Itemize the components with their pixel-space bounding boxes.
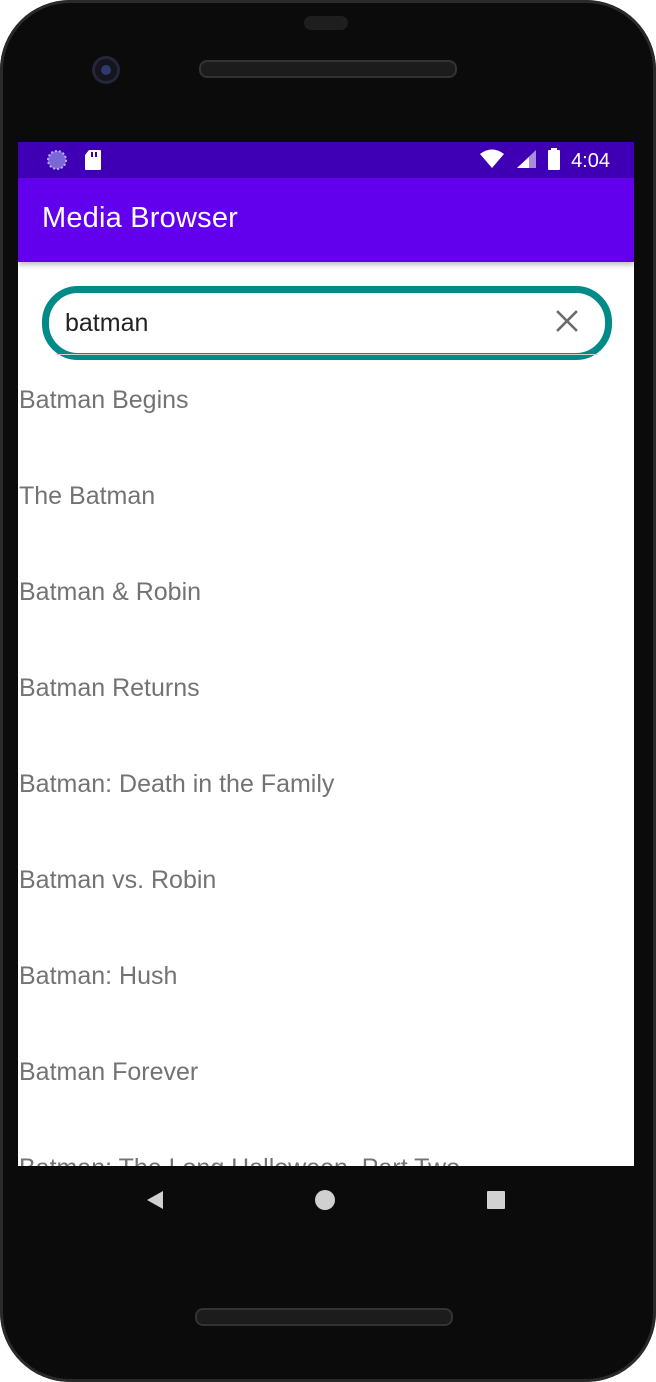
navigation-bar: [18, 1166, 634, 1238]
list-item-label: Batman: Death in the Family: [19, 770, 335, 798]
list-item-label: Batman Begins: [19, 386, 189, 414]
search-underline: [56, 354, 598, 355]
results-list: Batman Begins The Batman Batman & Robin …: [18, 370, 634, 1166]
status-bar: 4:04: [18, 142, 634, 178]
status-left-icons: [46, 149, 102, 176]
back-icon: [144, 1191, 166, 1216]
list-item[interactable]: Batman: Hush: [18, 946, 634, 1042]
earpiece-notch: [304, 16, 348, 30]
search-input[interactable]: [65, 307, 525, 339]
signal-icon: [515, 149, 537, 174]
list-item-label: Batman: Hush: [19, 962, 178, 990]
close-icon: [555, 309, 579, 338]
list-item[interactable]: The Batman: [18, 466, 634, 562]
recents-button[interactable]: [485, 1188, 507, 1217]
list-item[interactable]: Batman vs. Robin: [18, 850, 634, 946]
recents-icon: [485, 1191, 507, 1216]
home-icon: [314, 1190, 336, 1216]
list-item-label: Batman vs. Robin: [19, 866, 217, 894]
list-item[interactable]: Batman Returns: [18, 658, 634, 754]
back-button[interactable]: [144, 1188, 166, 1217]
list-item[interactable]: Batman Forever: [18, 1042, 634, 1138]
list-item[interactable]: Batman & Robin: [18, 562, 634, 658]
list-item-label: Batman Returns: [19, 674, 200, 702]
home-button[interactable]: [314, 1188, 336, 1217]
app-bar: Media Browser: [18, 178, 634, 262]
battery-icon: [547, 148, 561, 175]
list-item[interactable]: Batman: Death in the Family: [18, 754, 634, 850]
clear-search-button[interactable]: [549, 305, 585, 341]
search-bar: [42, 286, 612, 360]
list-item[interactable]: Batman: The Long Halloween, Part Two: [18, 1138, 634, 1166]
status-right-icons: 4:04: [479, 148, 610, 175]
bottom-speaker: [195, 1308, 453, 1326]
list-item-label: Batman & Robin: [19, 578, 202, 606]
list-item-label: Batman Forever: [19, 1058, 199, 1086]
phone-frame: 4:04 Media Browser Bat: [0, 0, 656, 1382]
list-item-label: Batman: The Long Halloween, Part Two: [19, 1154, 460, 1166]
device-screen: 4:04 Media Browser Bat: [18, 142, 634, 1166]
app-title: Media Browser: [42, 202, 238, 234]
search-box[interactable]: [42, 286, 612, 360]
wifi-icon: [479, 149, 505, 174]
loader-icon: [46, 149, 68, 176]
status-time: 4:04: [571, 150, 610, 172]
top-speaker: [199, 60, 457, 78]
sd-card-icon: [84, 149, 102, 176]
list-item[interactable]: Batman Begins: [18, 370, 634, 466]
list-item-label: The Batman: [19, 482, 156, 510]
front-camera: [92, 56, 120, 84]
